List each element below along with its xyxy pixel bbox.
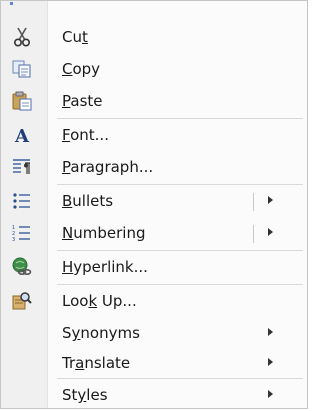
menu-item-cut[interactable]: Cut	[1, 21, 307, 53]
menu-item-paragraph[interactable]: Paragraph...	[1, 151, 307, 183]
menu-item-font[interactable]: A Font...	[1, 119, 307, 151]
menu-item-label: Hyperlink...	[62, 258, 148, 276]
menu-item-hyperlink[interactable]: Hyperlink...	[1, 251, 307, 283]
menu-item-bullets[interactable]: Bullets	[1, 185, 307, 217]
paste-icon	[11, 90, 33, 112]
menu-item-label: Styles	[62, 386, 108, 404]
menu-item-label: Copy	[62, 60, 101, 78]
menu-item-label: Cut	[62, 28, 88, 46]
submenu-arrow-icon	[268, 358, 273, 366]
submenu-arrow-icon[interactable]	[268, 228, 273, 236]
font-icon: A	[11, 124, 33, 146]
submenu-divider	[253, 225, 254, 243]
menu-item-label: Font...	[62, 126, 109, 144]
scissors-icon	[11, 26, 33, 48]
menu-item-paste[interactable]: Paste	[1, 85, 307, 117]
menu-item-label: Paste	[62, 92, 103, 110]
menu-item-label: Look Up...	[62, 292, 137, 310]
menu-item-label: Numbering	[62, 224, 146, 242]
context-menu: Cut Copy Paste A Font... Paragraph... Bu…	[0, 0, 308, 409]
menu-item-styles[interactable]: Styles	[1, 379, 307, 411]
bullets-icon	[11, 190, 33, 212]
paragraph-icon	[11, 156, 33, 178]
menu-item-label: Bullets	[62, 192, 114, 210]
menu-item-synonyms[interactable]: Synonyms	[1, 317, 307, 349]
research-icon	[11, 290, 33, 312]
hyperlink-icon	[11, 256, 33, 278]
menu-item-copy[interactable]: Copy	[1, 53, 307, 85]
submenu-arrow-icon[interactable]	[268, 196, 273, 204]
svg-text:A: A	[14, 126, 30, 145]
menu-item-label: Synonyms	[62, 324, 140, 342]
menu-item-look-up[interactable]: Look Up...	[1, 285, 307, 317]
menu-item-label: Translate	[62, 354, 131, 372]
menu-item-label: Paragraph...	[62, 158, 154, 176]
menu-item-translate[interactable]: Translate	[1, 347, 307, 379]
submenu-arrow-icon	[268, 328, 273, 336]
copy-icon	[11, 58, 33, 80]
numbering-icon: 1 2 3	[11, 222, 33, 244]
submenu-divider	[253, 193, 254, 211]
menu-top-marker	[10, 2, 13, 5]
svg-text:3: 3	[12, 237, 15, 242]
menu-item-numbering[interactable]: 1 2 3 Numbering	[1, 217, 307, 249]
submenu-arrow-icon	[268, 390, 273, 398]
